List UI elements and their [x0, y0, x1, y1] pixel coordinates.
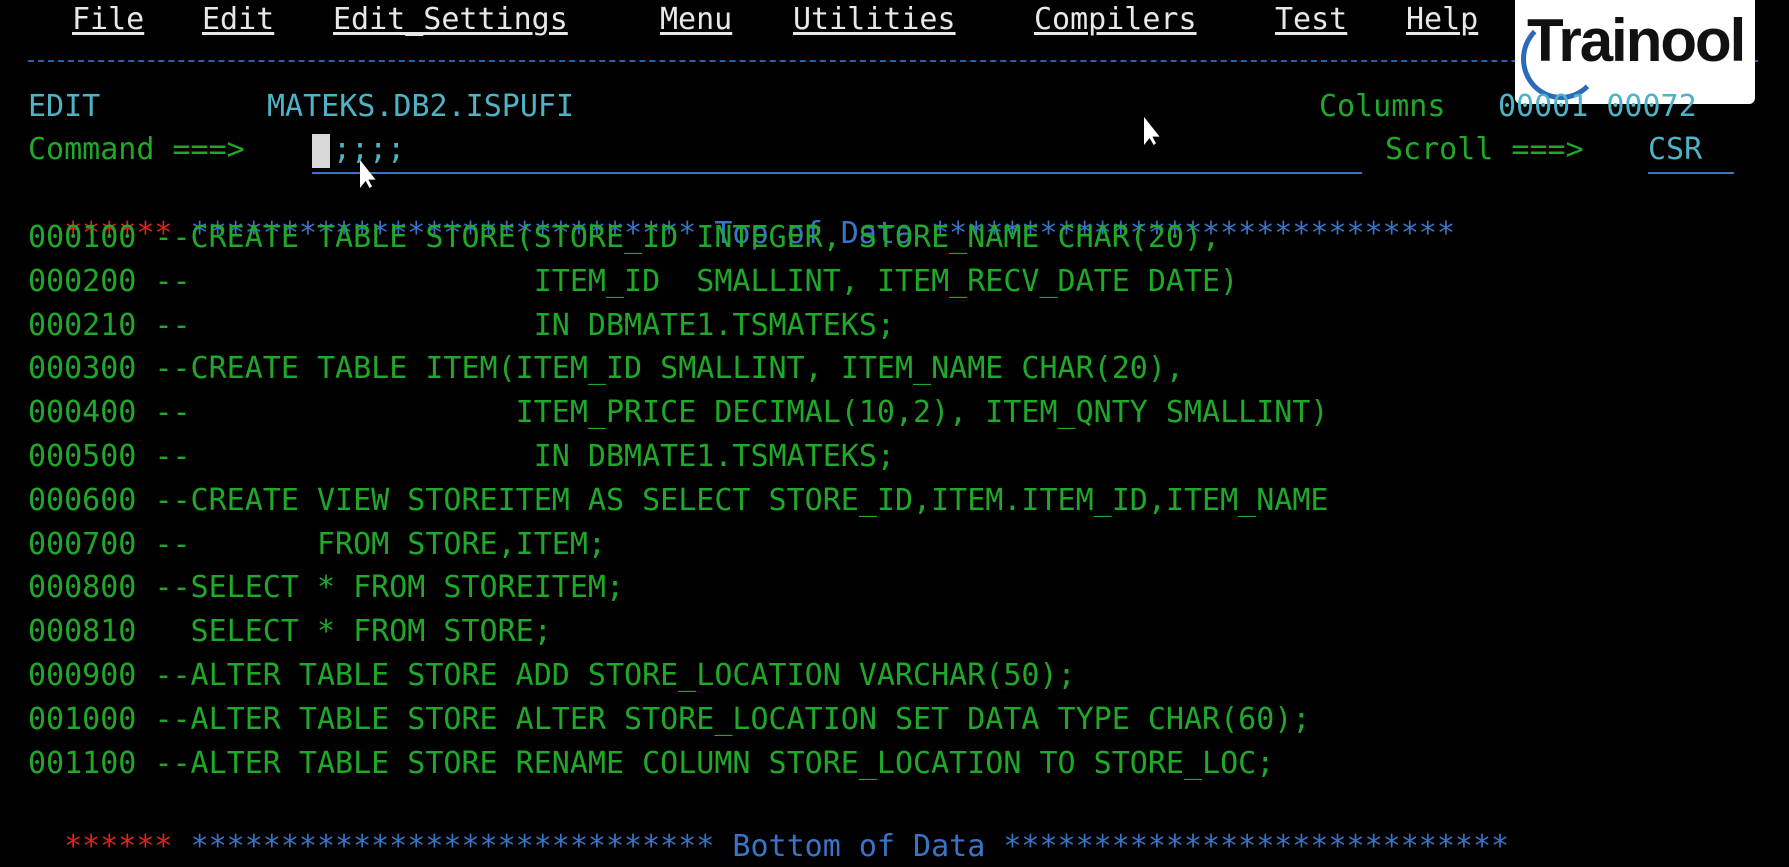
- source-line[interactable]: 001100 --ALTER TABLE STORE RENAME COLUMN…: [28, 744, 1274, 784]
- scroll-label: Scroll ===>: [1385, 132, 1584, 167]
- line-text[interactable]: -- IN DBMATE1.TSMATEKS;: [154, 308, 895, 343]
- line-text[interactable]: --CREATE VIEW STOREITEM AS SELECT STORE_…: [154, 483, 1328, 518]
- source-line[interactable]: 000810 SELECT * FROM STORE;: [28, 612, 552, 652]
- line-number[interactable]: 001100: [28, 746, 136, 781]
- top-of-data-line: ****** **************************** Top …: [28, 174, 1455, 251]
- line-number[interactable]: 001000: [28, 702, 136, 737]
- line-number[interactable]: 000810: [28, 614, 136, 649]
- line-number[interactable]: 000300: [28, 351, 136, 386]
- scroll-input[interactable]: CSR: [1648, 130, 1702, 170]
- menu-menu[interactable]: Menu: [660, 0, 732, 40]
- bottom-marker-stars: ******: [64, 829, 173, 864]
- source-line[interactable]: 000210 -- IN DBMATE1.TSMATEKS;: [28, 306, 895, 346]
- source-line[interactable]: 000500 -- IN DBMATE1.TSMATEKS;: [28, 437, 895, 477]
- bottom-of-data-label: Bottom of Data: [732, 829, 986, 864]
- line-number[interactable]: 000500: [28, 439, 136, 474]
- line-number[interactable]: 000800: [28, 570, 136, 605]
- menu-separator: [28, 60, 1758, 62]
- line-text[interactable]: --SELECT * FROM STOREITEM;: [154, 570, 624, 605]
- menu-edit[interactable]: Edit: [202, 0, 274, 40]
- command-input[interactable]: ;;;;: [333, 130, 405, 170]
- menu-edit-settings[interactable]: Edit_Settings: [333, 0, 568, 40]
- bottom-of-data-line: ****** ***************************** Bot…: [28, 787, 1509, 864]
- line-number[interactable]: 000400: [28, 395, 136, 430]
- line-number[interactable]: 000900: [28, 658, 136, 693]
- line-text[interactable]: --ALTER TABLE STORE ADD STORE_LOCATION V…: [154, 658, 1075, 693]
- bottom-stars-right: ****************************: [1003, 829, 1510, 864]
- source-line[interactable]: 000600 --CREATE VIEW STOREITEM AS SELECT…: [28, 481, 1328, 521]
- line-text[interactable]: --CREATE TABLE STORE(STORE_ID INTEGER, S…: [154, 220, 1220, 255]
- line-text[interactable]: -- FROM STORE,ITEM;: [154, 527, 606, 562]
- source-line[interactable]: 000900 --ALTER TABLE STORE ADD STORE_LOC…: [28, 656, 1076, 696]
- line-number[interactable]: 000200: [28, 264, 136, 299]
- line-number[interactable]: 000600: [28, 483, 136, 518]
- menu-test[interactable]: Test: [1275, 0, 1347, 40]
- source-line[interactable]: 001000 --ALTER TABLE STORE ALTER STORE_L…: [28, 700, 1310, 740]
- menu-compilers[interactable]: Compilers: [1034, 0, 1197, 40]
- line-text[interactable]: SELECT * FROM STORE;: [154, 614, 552, 649]
- line-number[interactable]: 000700: [28, 527, 136, 562]
- line-text[interactable]: -- IN DBMATE1.TSMATEKS;: [154, 439, 895, 474]
- source-line[interactable]: 000800 --SELECT * FROM STOREITEM;: [28, 568, 624, 608]
- menu-utilities[interactable]: Utilities: [793, 0, 956, 40]
- line-text[interactable]: -- ITEM_ID SMALLINT, ITEM_RECV_DATE DATE…: [154, 264, 1238, 299]
- logo-text: Trainool: [1527, 7, 1746, 74]
- columns-range: 00001 00072: [1498, 89, 1697, 124]
- line-text[interactable]: --ALTER TABLE STORE ALTER STORE_LOCATION…: [154, 702, 1310, 737]
- line-text[interactable]: --CREATE TABLE ITEM(ITEM_ID SMALLINT, IT…: [154, 351, 1184, 386]
- line-number[interactable]: 000210: [28, 308, 136, 343]
- edit-mode-label: EDIT: [28, 89, 101, 124]
- line-number[interactable]: 000100: [28, 220, 136, 255]
- menu-help[interactable]: Help: [1406, 0, 1478, 40]
- line-text[interactable]: --ALTER TABLE STORE RENAME COLUMN STORE_…: [154, 746, 1274, 781]
- columns-label: Columns: [1319, 89, 1446, 124]
- source-line[interactable]: 000300 --CREATE TABLE ITEM(ITEM_ID SMALL…: [28, 349, 1184, 389]
- source-line[interactable]: 000700 -- FROM STORE,ITEM;: [28, 525, 606, 565]
- text-cursor: [312, 134, 330, 168]
- dataset-name: MATEKS.DB2.ISPUFI: [267, 89, 575, 124]
- menu-file[interactable]: File: [72, 0, 144, 40]
- scroll-input-underline: [1648, 172, 1734, 174]
- source-line[interactable]: 000200 -- ITEM_ID SMALLINT, ITEM_RECV_DA…: [28, 262, 1238, 302]
- bottom-stars-left: *****************************: [190, 829, 715, 864]
- line-text[interactable]: -- ITEM_PRICE DECIMAL(10,2), ITEM_QNTY S…: [154, 395, 1328, 430]
- source-line[interactable]: 000100 --CREATE TABLE STORE(STORE_ID INT…: [28, 218, 1220, 258]
- command-label: Command ===>: [28, 132, 245, 167]
- source-line[interactable]: 000400 -- ITEM_PRICE DECIMAL(10,2), ITEM…: [28, 393, 1328, 433]
